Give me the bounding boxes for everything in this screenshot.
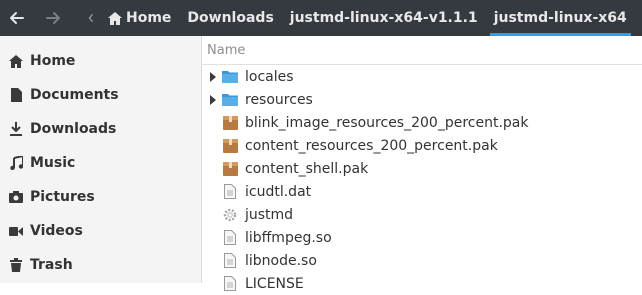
list-item[interactable]: content_shell.pak xyxy=(202,157,642,180)
sidebar-item-label: Videos xyxy=(30,223,83,239)
file-name: resources xyxy=(245,91,313,108)
trash-icon xyxy=(9,258,23,272)
document-icon xyxy=(9,88,23,102)
file-name: LICENSE xyxy=(245,275,304,292)
file-name: libnode.so xyxy=(245,252,317,269)
path-scroll-left-button[interactable] xyxy=(88,7,94,29)
file-name: content_resources_200_percent.pak xyxy=(245,137,498,154)
document-icon xyxy=(222,184,238,200)
video-icon xyxy=(9,224,23,238)
sidebar-item-label: Pictures xyxy=(30,189,95,205)
breadcrumb-current-label: justmd-linux-x64 xyxy=(493,10,627,26)
sidebar-item-documents[interactable]: Documents xyxy=(0,78,201,112)
list-item[interactable]: icudtl.dat xyxy=(202,180,642,203)
list-item[interactable]: resources xyxy=(202,88,642,111)
document-icon xyxy=(222,230,238,246)
breadcrumb: Home Downloads justmd-linux-x64-v1.1.1 j… xyxy=(100,0,635,36)
sidebar-item-music[interactable]: Music xyxy=(0,146,201,180)
sidebar-item-label: Trash xyxy=(30,257,73,273)
download-icon xyxy=(9,122,23,136)
list-item[interactable]: LICENSE xyxy=(202,272,642,295)
camera-icon xyxy=(9,190,23,204)
breadcrumb-home-label: Home xyxy=(126,10,172,26)
breadcrumb-current-folder[interactable]: justmd-linux-x64 xyxy=(486,0,635,36)
list-item[interactable]: libffmpeg.so xyxy=(202,226,642,249)
package-icon xyxy=(222,115,238,131)
column-header-label: Name xyxy=(207,42,246,58)
sidebar-item-home[interactable]: Home xyxy=(0,44,201,78)
document-icon xyxy=(222,276,238,292)
file-name: content_shell.pak xyxy=(245,160,369,177)
list-item[interactable]: libnode.so xyxy=(202,249,642,272)
list-item[interactable]: content_resources_200_percent.pak xyxy=(202,134,642,157)
chevron-left-icon xyxy=(88,13,93,23)
back-button[interactable] xyxy=(6,7,28,29)
file-name: blink_image_resources_200_percent.pak xyxy=(245,114,529,131)
file-name: libffmpeg.so xyxy=(245,229,332,246)
gear-icon xyxy=(222,207,238,223)
file-name: locales xyxy=(245,68,294,85)
list-item[interactable]: justmd xyxy=(202,203,642,226)
sidebar-item-trash[interactable]: Trash xyxy=(0,248,201,282)
document-icon xyxy=(222,253,238,269)
list-item[interactable]: blink_image_resources_200_percent.pak xyxy=(202,111,642,134)
column-header-name[interactable]: Name xyxy=(202,36,642,65)
sidebar-item-pictures[interactable]: Pictures xyxy=(0,180,201,214)
sidebar-item-videos[interactable]: Videos xyxy=(0,214,201,248)
header-bar: Home Downloads justmd-linux-x64-v1.1.1 j… xyxy=(0,0,642,36)
arrow-right-icon xyxy=(46,12,60,24)
breadcrumb-home[interactable]: Home xyxy=(100,0,179,36)
expand-arrow-icon[interactable] xyxy=(207,94,219,105)
breadcrumb-justmd-v111[interactable]: justmd-linux-x64-v1.1.1 xyxy=(282,0,486,36)
list-item[interactable]: locales xyxy=(202,65,642,88)
sidebar-item-label: Music xyxy=(30,155,76,171)
breadcrumb-downloads-label: Downloads xyxy=(187,10,274,26)
arrow-left-icon xyxy=(10,12,24,24)
music-icon xyxy=(9,156,23,170)
sidebar-item-label: Downloads xyxy=(30,121,117,137)
file-list: Name locales resources blink_image_resou… xyxy=(202,36,642,292)
sidebar-item-downloads[interactable]: Downloads xyxy=(0,112,201,146)
breadcrumb-downloads[interactable]: Downloads xyxy=(179,0,281,36)
folder-icon xyxy=(222,69,238,85)
package-icon xyxy=(222,138,238,154)
expand-arrow-icon[interactable] xyxy=(207,71,219,82)
home-icon xyxy=(9,54,23,68)
sidebar-item-label: Home xyxy=(30,53,76,69)
sidebar: Home Documents Downloads Music Pictures … xyxy=(0,36,202,283)
home-icon xyxy=(108,11,122,25)
file-name: justmd xyxy=(245,206,294,223)
breadcrumb-justmd-v111-label: justmd-linux-x64-v1.1.1 xyxy=(289,10,478,26)
sidebar-item-label: Documents xyxy=(30,87,119,103)
forward-button[interactable] xyxy=(42,7,64,29)
file-name: icudtl.dat xyxy=(245,183,312,200)
package-icon xyxy=(222,161,238,177)
folder-icon xyxy=(222,92,238,108)
